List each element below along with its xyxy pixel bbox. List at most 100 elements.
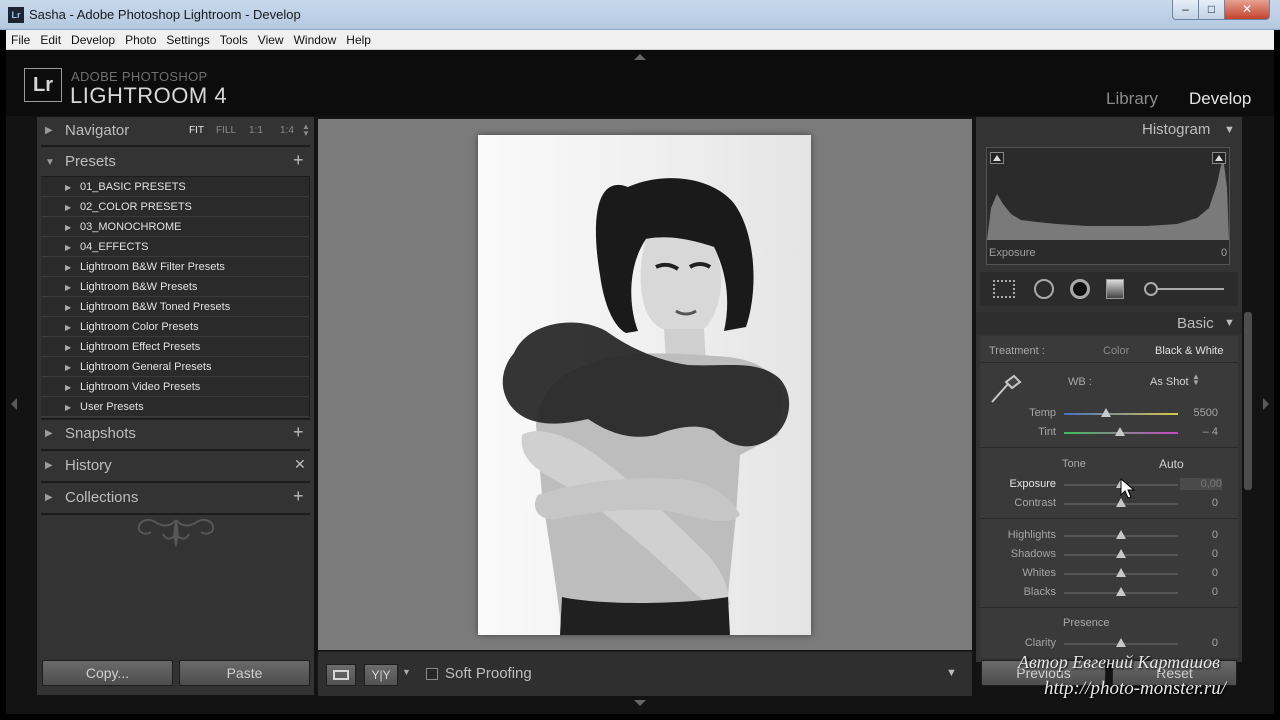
menu-settings[interactable]: Settings bbox=[161, 30, 214, 50]
paste-button[interactable]: Paste bbox=[179, 660, 310, 686]
minimize-button[interactable]: – bbox=[1172, 0, 1199, 20]
menu-file[interactable]: File bbox=[6, 30, 35, 50]
treatment-color-option[interactable]: Color bbox=[1103, 345, 1129, 357]
preset-folder[interactable]: ▶ Lightroom B&W Toned Presets bbox=[41, 297, 309, 317]
blacks-knob[interactable] bbox=[1116, 587, 1126, 596]
preset-folder[interactable]: ▶ 02_COLOR PRESETS bbox=[41, 197, 309, 217]
presets-header[interactable]: ▼ Presets + bbox=[37, 148, 314, 176]
clarity-slider[interactable]: Clarity 0 bbox=[988, 635, 1228, 653]
temp-slider[interactable]: Temp 5500 bbox=[988, 405, 1228, 423]
maximize-button[interactable]: □ bbox=[1198, 0, 1225, 20]
histogram-readout-label: Exposure bbox=[989, 247, 1036, 259]
preset-folder[interactable]: ▶ Lightroom B&W Presets bbox=[41, 277, 309, 297]
menu-window[interactable]: Window bbox=[289, 30, 342, 50]
zoom-stepper-icon[interactable]: ▲ ▼ bbox=[302, 123, 310, 138]
left-panel-toggle-icon[interactable] bbox=[11, 398, 17, 410]
crop-tool[interactable] bbox=[991, 278, 1019, 300]
wb-dropdown-icon[interactable]: ▲ ▼ bbox=[1192, 373, 1200, 387]
tint-slider[interactable]: Tint – 4 bbox=[988, 424, 1228, 442]
preset-folder[interactable]: ▶ 03_MONOCHROME bbox=[41, 217, 309, 237]
histogram[interactable]: Exposure 0 bbox=[986, 147, 1230, 265]
whites-slider[interactable]: Whites 0 bbox=[988, 565, 1228, 583]
snapshots-header[interactable]: ▶ Snapshots + bbox=[37, 420, 314, 448]
exposure-value[interactable]: 0,00 bbox=[1180, 478, 1222, 490]
zoom-1-4[interactable]: 1:4 bbox=[280, 125, 294, 136]
histogram-label[interactable]: Histogram bbox=[1142, 121, 1210, 138]
right-panel-toggle-icon[interactable] bbox=[1263, 398, 1269, 410]
exposure-slider[interactable]: Exposure 0,00 bbox=[988, 476, 1228, 494]
menu-tools[interactable]: Tools bbox=[215, 30, 253, 50]
copy-button[interactable]: Copy... bbox=[42, 660, 173, 686]
view-mode-dropdown-icon[interactable]: ▼ bbox=[402, 667, 411, 677]
whites-value[interactable]: 0 bbox=[1184, 567, 1218, 579]
author-watermark: Автор Евгений Карташов bbox=[1018, 652, 1220, 672]
loupe-view-button[interactable] bbox=[326, 664, 356, 686]
treatment-bw-option[interactable]: Black & White bbox=[1155, 345, 1223, 357]
white-balance-eyedropper-icon[interactable] bbox=[988, 372, 1024, 406]
menu-view[interactable]: View bbox=[253, 30, 289, 50]
temp-knob[interactable] bbox=[1101, 408, 1112, 417]
preset-folder[interactable]: ▶ 01_BASIC PRESETS bbox=[41, 177, 309, 197]
add-collection-icon[interactable]: + bbox=[293, 486, 304, 507]
contrast-slider[interactable]: Contrast 0 bbox=[988, 495, 1228, 513]
highlights-knob[interactable] bbox=[1116, 530, 1126, 539]
soft-proofing-checkbox[interactable] bbox=[426, 668, 438, 680]
shadows-value[interactable]: 0 bbox=[1184, 548, 1218, 560]
preset-folder[interactable]: ▶ Lightroom Effect Presets bbox=[41, 337, 309, 357]
graduated-filter-tool[interactable] bbox=[1102, 278, 1130, 300]
navigator-header[interactable]: ▶ Navigator FIT FILL 1:1 1:4 ▲ ▼ bbox=[37, 117, 314, 145]
highlight-clipping-button[interactable] bbox=[1212, 152, 1226, 164]
contrast-value[interactable]: 0 bbox=[1184, 497, 1218, 509]
spot-removal-tool[interactable] bbox=[1032, 278, 1060, 300]
highlights-slider[interactable]: Highlights 0 bbox=[988, 527, 1228, 545]
preset-folder[interactable]: ▶ Lightroom Color Presets bbox=[41, 317, 309, 337]
wb-value[interactable]: As Shot bbox=[1150, 376, 1189, 388]
zoom-fit[interactable]: FIT bbox=[189, 125, 204, 136]
clarity-value[interactable]: 0 bbox=[1184, 637, 1218, 649]
menu-help[interactable]: Help bbox=[341, 30, 376, 50]
basic-header[interactable]: Basic ▼ bbox=[976, 312, 1242, 334]
preset-folder[interactable]: ▶ Lightroom General Presets bbox=[41, 357, 309, 377]
menu-develop[interactable]: Develop bbox=[66, 30, 120, 50]
zoom-1-1[interactable]: 1:1 bbox=[249, 125, 263, 136]
toolbar-menu-icon[interactable]: ▼ bbox=[946, 667, 957, 679]
photo-image[interactable] bbox=[478, 135, 811, 635]
preset-folder[interactable]: ▶ User Presets bbox=[41, 397, 309, 417]
temp-track[interactable] bbox=[1064, 413, 1178, 415]
red-eye-tool[interactable] bbox=[1067, 278, 1095, 300]
add-snapshot-icon[interactable]: + bbox=[293, 422, 304, 443]
auto-tone-button[interactable]: Auto bbox=[1159, 457, 1184, 471]
tint-knob[interactable] bbox=[1114, 427, 1125, 436]
tint-value[interactable]: – 4 bbox=[1184, 426, 1218, 438]
temp-value[interactable]: 5500 bbox=[1184, 407, 1218, 419]
blacks-slider[interactable]: Blacks 0 bbox=[988, 584, 1228, 602]
clarity-knob[interactable] bbox=[1116, 638, 1126, 647]
brand-line-1: ADOBE PHOTOSHOP bbox=[71, 69, 208, 84]
menu-edit[interactable]: Edit bbox=[35, 30, 66, 50]
menu-photo[interactable]: Photo bbox=[120, 30, 161, 50]
right-panel-scrollbar[interactable] bbox=[1244, 312, 1252, 490]
before-after-view-button[interactable]: Y|Y bbox=[364, 664, 398, 686]
shadows-slider[interactable]: Shadows 0 bbox=[988, 546, 1228, 564]
preset-folder[interactable]: ▶ Lightroom Video Presets bbox=[41, 377, 309, 397]
highlights-value[interactable]: 0 bbox=[1184, 529, 1218, 541]
module-develop[interactable]: Develop bbox=[1189, 89, 1251, 109]
clear-history-icon[interactable]: ✕ bbox=[294, 456, 306, 473]
close-button[interactable]: ✕ bbox=[1224, 0, 1270, 20]
whites-knob[interactable] bbox=[1116, 568, 1126, 577]
preset-folder[interactable]: ▶ Lightroom B&W Filter Presets bbox=[41, 257, 309, 277]
preset-folder[interactable]: ▶ 04_EFFECTS bbox=[41, 237, 309, 257]
histogram-collapse-icon[interactable]: ▼ bbox=[1224, 124, 1235, 136]
shadow-clipping-button[interactable] bbox=[990, 152, 1004, 164]
bottom-panel-toggle-icon[interactable] bbox=[634, 700, 646, 706]
basic-collapse-icon[interactable]: ▼ bbox=[1224, 317, 1235, 329]
shadows-knob[interactable] bbox=[1116, 549, 1126, 558]
top-panel-toggle-icon[interactable] bbox=[634, 54, 646, 60]
history-header[interactable]: ▶ History ✕ bbox=[37, 452, 314, 480]
zoom-fill[interactable]: FILL bbox=[216, 125, 236, 136]
module-library[interactable]: Library bbox=[1106, 89, 1158, 109]
adjustment-brush-tool[interactable] bbox=[1144, 282, 1226, 296]
add-preset-icon[interactable]: + bbox=[293, 150, 304, 171]
collections-header[interactable]: ▶ Collections + bbox=[37, 484, 314, 512]
blacks-value[interactable]: 0 bbox=[1184, 586, 1218, 598]
